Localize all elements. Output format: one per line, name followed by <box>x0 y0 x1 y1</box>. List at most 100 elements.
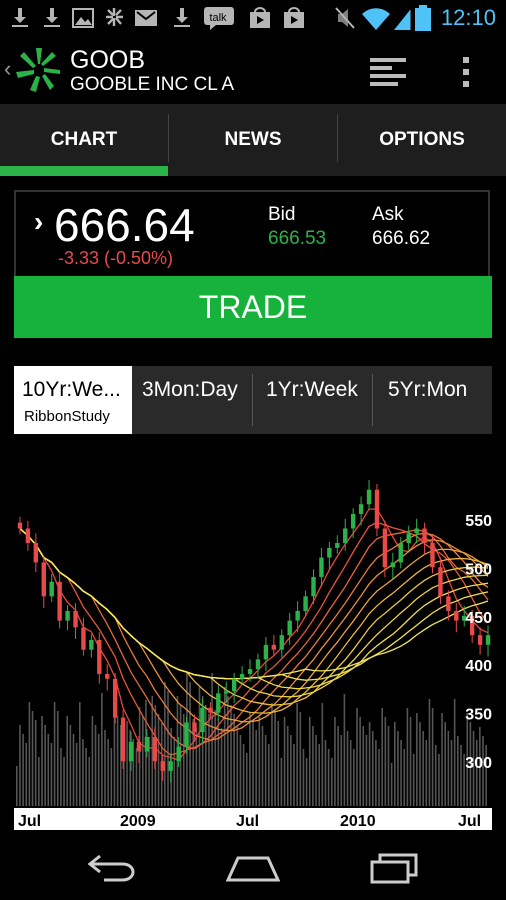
x-tick-label: Jul <box>18 813 41 830</box>
volume-bar <box>390 763 393 806</box>
volume-bar <box>274 712 276 806</box>
volume-bar <box>264 735 267 806</box>
volume-bar <box>381 708 383 806</box>
volume-bar <box>107 739 109 806</box>
volume-bar <box>324 740 327 806</box>
volume-bar <box>19 725 21 806</box>
volume-bar <box>409 717 412 806</box>
volume-bar <box>337 726 339 806</box>
download-icon <box>174 8 190 27</box>
candle-body <box>168 761 173 771</box>
trade-button[interactable]: TRADE <box>14 276 492 338</box>
volume-bar <box>217 719 220 806</box>
candle-body <box>319 557 324 577</box>
x-tick-label: Jul <box>458 813 481 830</box>
volume-bar <box>302 749 305 806</box>
x-tick-label: Jul <box>236 813 259 830</box>
overflow-menu-icon[interactable] <box>460 56 472 88</box>
candle-body <box>382 528 388 568</box>
volume-bar <box>296 703 298 806</box>
volume-bar <box>450 740 453 806</box>
period-1yr-week[interactable]: 1Yr:Week <box>254 366 372 434</box>
app-logo-icon[interactable] <box>16 44 62 94</box>
period-10yr-week[interactable]: 10Yr:We... RibbonStudy <box>14 366 132 434</box>
volume-bar <box>384 717 387 806</box>
volume-bar <box>280 758 283 806</box>
candle-body <box>422 528 427 544</box>
recent-apps-icon[interactable] <box>370 852 420 884</box>
volume-bar <box>403 749 406 806</box>
volume-bar <box>422 731 424 806</box>
volume-bar <box>22 734 24 806</box>
mute-icon <box>335 7 355 29</box>
volume-bar <box>198 687 201 806</box>
candle-body <box>239 673 245 679</box>
period-study-label: RibbonStudy <box>24 408 110 425</box>
candle-body <box>81 627 86 650</box>
back-chevron-icon[interactable]: ‹ <box>4 56 11 82</box>
ask-value: 666.62 <box>372 228 431 249</box>
candle-body <box>255 659 261 670</box>
quote-panel[interactable]: › 666.64 -3.33 (-0.50%) Bid 666.53 Ask 6… <box>14 190 490 276</box>
expand-chevron-icon[interactable]: › <box>34 206 43 238</box>
y-tick-label: 500 <box>465 561 492 578</box>
volume-bar <box>387 726 390 806</box>
volume-bar <box>419 722 421 806</box>
y-tick-label: 300 <box>465 755 492 772</box>
candle-body <box>152 736 158 762</box>
candle-body <box>438 567 443 597</box>
volume-bar <box>126 721 128 806</box>
volume-bar <box>135 748 138 806</box>
candle-body <box>112 678 118 718</box>
list-menu-icon[interactable] <box>370 56 406 86</box>
period-3mon-day[interactable]: 3Mon:Day <box>134 366 252 434</box>
candle-body <box>247 669 253 674</box>
volume-bar <box>63 757 65 806</box>
volume-bar <box>349 740 352 806</box>
ribbon-study <box>19 508 489 761</box>
candle-body <box>224 691 229 694</box>
last-price: 666.64 <box>54 199 195 251</box>
gmail-icon <box>135 10 157 26</box>
volume-bar <box>205 705 207 806</box>
candle-body <box>144 736 150 752</box>
candle-body <box>390 562 396 568</box>
volume-bar <box>400 740 402 806</box>
back-icon[interactable] <box>88 854 138 882</box>
candle-body <box>105 673 110 679</box>
volume-bar <box>268 744 270 806</box>
period-5yr-mon[interactable]: 5Yr:Mon <box>374 366 492 434</box>
volume-bar <box>416 713 418 806</box>
volume-bar <box>412 754 415 806</box>
volume-bar <box>283 717 286 806</box>
volume-bars <box>16 673 487 806</box>
volume-bar <box>242 744 245 806</box>
volume-bar <box>34 720 37 806</box>
period-label: 1Yr:Week <box>266 378 358 401</box>
price-chart[interactable]: 550 500 450 400 350 300 Jul 2009 Jul 2010 Jul <box>14 480 492 832</box>
volume-bar <box>157 714 160 806</box>
candle-body <box>136 741 142 752</box>
volume-bar <box>346 731 349 806</box>
volume-bar <box>305 758 308 806</box>
tab-news[interactable]: NEWS <box>169 104 337 176</box>
candle-body <box>208 707 213 713</box>
home-icon[interactable] <box>226 854 280 882</box>
status-bar: talk 12:10 <box>0 0 506 36</box>
volume-bar <box>308 717 311 806</box>
volume-bar <box>31 711 34 806</box>
moving-average-line <box>19 528 489 750</box>
tab-options[interactable]: OPTIONS <box>338 104 506 176</box>
volume-bar <box>60 748 62 806</box>
volume-bar <box>252 721 254 806</box>
volume-bar <box>94 725 97 806</box>
candle-body <box>49 581 54 597</box>
candle-body <box>176 746 181 762</box>
volume-bar <box>258 717 261 806</box>
y-tick-label: 400 <box>465 658 492 675</box>
candle-body <box>279 635 284 650</box>
volume-bar <box>72 734 75 806</box>
volume-bar <box>365 735 368 806</box>
volume-bar <box>438 754 440 806</box>
period-divider <box>372 374 373 426</box>
